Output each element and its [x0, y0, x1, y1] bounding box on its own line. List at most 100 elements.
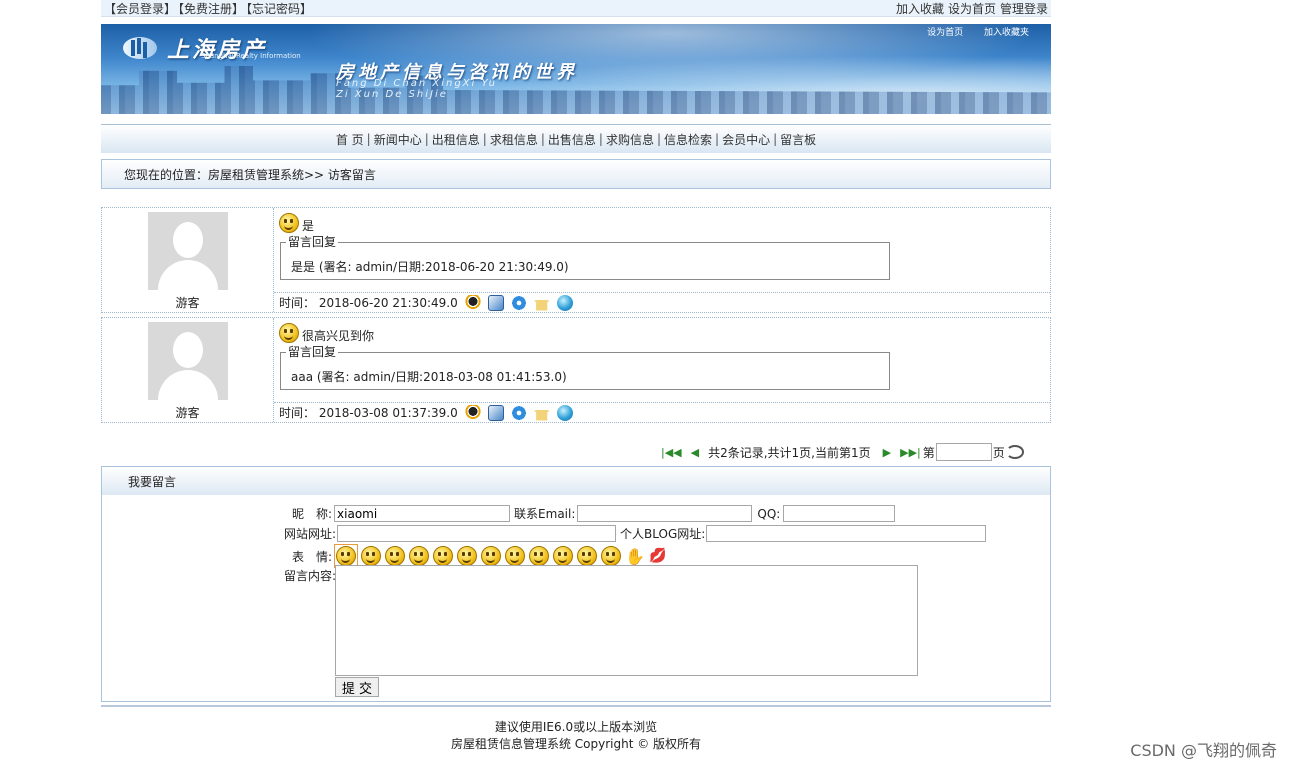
- nav-separator: |: [773, 132, 778, 146]
- banner-pinyin-line1: Fang Di Chan XingXi Yu: [336, 78, 498, 89]
- forgot-password-link[interactable]: 【忘记密码】: [246, 2, 312, 16]
- laugh-face-icon[interactable]: [385, 546, 406, 566]
- website-input[interactable]: [337, 525, 617, 542]
- avatar: [147, 322, 228, 400]
- banner: 上海房产 Shanghai Realty Information 房地产信息与咨…: [101, 24, 1051, 114]
- smile-face-icon: [336, 546, 357, 566]
- banner-pinyin-line2: Zi Xun De ShiJie: [336, 89, 448, 100]
- reply-legend: 留言回复: [286, 235, 339, 249]
- globe-icon[interactable]: [556, 404, 573, 421]
- happy-face-icon[interactable]: [481, 546, 502, 566]
- email-icon[interactable]: [487, 294, 504, 311]
- message-text: 很高兴见到你: [302, 328, 375, 343]
- home-icon[interactable]: [533, 404, 550, 421]
- nav-rent-wanted[interactable]: 求租信息: [490, 131, 538, 148]
- nav-home[interactable]: 首 页: [336, 131, 364, 148]
- face-label: 表 情:: [292, 549, 333, 564]
- banner-set-home-link[interactable]: 设为首页: [927, 28, 963, 38]
- email-label: 联系Email:: [514, 507, 576, 521]
- banner-add-fav-link[interactable]: 加入收藏夹: [984, 28, 1029, 38]
- qq-icon[interactable]: [464, 404, 481, 421]
- blog-input[interactable]: [706, 525, 987, 542]
- submit-button[interactable]: 提 交: [335, 677, 379, 697]
- message-item: 游客 很高兴见到你 留言回复 aaa (署名: admin/日期:2018-03…: [101, 317, 1051, 423]
- top-right-links: 加入收藏 设为首页 管理登录: [892, 0, 1048, 17]
- globe-icon[interactable]: [556, 294, 573, 311]
- tongue-face-icon[interactable]: [529, 546, 550, 566]
- shy-face-icon[interactable]: [553, 546, 574, 566]
- hand-icon[interactable]: ✋: [625, 547, 645, 566]
- page: 【会员登录】 【免费注册】 【忘记密码】 加入收藏 设为首页 管理登录 上海房产 Sha…: [101, 0, 1051, 702]
- nav-news[interactable]: 新闻中心: [374, 131, 422, 148]
- nav-guestbook[interactable]: 留言板: [780, 131, 816, 148]
- home-icon[interactable]: [533, 294, 550, 311]
- qq-icon[interactable]: [464, 294, 481, 311]
- author-name: 游客: [175, 296, 200, 310]
- nav-member-center[interactable]: 会员中心: [722, 131, 770, 148]
- ie-icon[interactable]: [510, 404, 527, 421]
- sad-face-icon[interactable]: [361, 546, 382, 566]
- message-item: 游客 是 留言回复 是是 (署名: admin/日期:2018-06-20 21…: [101, 207, 1051, 313]
- footer: 建议使用IE6.0或以上版本浏览 房屋租赁信息管理系统 Copyright © …: [101, 705, 1051, 753]
- nav-separator: |: [366, 132, 371, 146]
- pagination-summary: 共2条记录,共计1页,当前第1页: [708, 445, 871, 460]
- lips-icon[interactable]: 💋: [649, 548, 666, 564]
- go-page-icon[interactable]: [1005, 445, 1024, 459]
- first-page-icon[interactable]: |◀◀: [661, 446, 682, 459]
- prev-page-icon[interactable]: ◀: [691, 446, 699, 459]
- message-time: 时间： 2018-06-20 21:30:49.0: [279, 296, 458, 310]
- message-meta: 时间： 2018-03-08 01:37:39.0: [274, 402, 1050, 422]
- nav-rent-out[interactable]: 出租信息: [432, 131, 480, 148]
- set-homepage-link[interactable]: 设为首页: [948, 2, 996, 16]
- nav-separator: |: [656, 132, 662, 146]
- message-content: 是: [279, 213, 314, 233]
- tired-face-icon[interactable]: [577, 546, 598, 566]
- page-number-input[interactable]: [935, 443, 992, 461]
- reply-legend: 留言回复: [286, 345, 339, 359]
- content-label: 留言内容:: [284, 569, 337, 583]
- message-body: 很高兴见到你 留言回复 aaa (署名: admin/日期:2018-03-08…: [274, 318, 1050, 422]
- message-content: 很高兴见到你: [279, 323, 374, 343]
- avatar: [147, 212, 228, 290]
- content-label-row: 留言内容:: [284, 567, 336, 584]
- footer-browser-note: 建议使用IE6.0或以上版本浏览: [494, 720, 658, 734]
- leave-message-form: 我要留言 昵 称: 联系Email: QQ: 网站网址: 个人BLOG网址: 表…: [101, 466, 1051, 702]
- logo-subtitle: Shanghai Realty Information: [201, 52, 301, 60]
- next-page-icon[interactable]: ▶: [883, 446, 891, 459]
- ie-icon[interactable]: [510, 294, 527, 311]
- nickname-input[interactable]: [334, 505, 511, 522]
- email-input[interactable]: [577, 505, 753, 522]
- admin-login-link[interactable]: 管理登录: [1000, 2, 1048, 16]
- qq-input[interactable]: [783, 505, 896, 522]
- message-meta: 时间： 2018-06-20 21:30:49.0: [274, 292, 1050, 312]
- breadcrumb: 您现在的位置：房屋租赁管理系统>> 访客留言: [101, 159, 1051, 189]
- page-prefix: 第: [922, 445, 935, 460]
- pagination: |◀◀ ◀ 共2条记录,共计1页,当前第1页 ▶ ▶▶| 第 页: [661, 443, 1024, 461]
- banner-pinyin: Fang Di Chan XingXi Yu Zi Xun De ShiJie: [336, 78, 497, 100]
- message-textarea[interactable]: [335, 565, 918, 676]
- reply-box: 留言回复 aaa (署名: admin/日期:2018-03-08 01:41:…: [280, 345, 890, 390]
- register-link[interactable]: 【免费注册】: [178, 2, 244, 16]
- nav-separator: |: [715, 132, 720, 146]
- nav-sale[interactable]: 出售信息: [548, 131, 596, 148]
- page-suffix: 页: [992, 445, 1005, 460]
- add-favorite-link[interactable]: 加入收藏: [896, 2, 944, 16]
- message-author: 游客: [102, 208, 274, 312]
- nav-search[interactable]: 信息检索: [664, 131, 712, 148]
- nick-label: 昵 称:: [292, 507, 333, 521]
- row-site-blog: 网站网址: 个人BLOG网址:: [284, 525, 987, 542]
- teeth-face-icon[interactable]: [601, 546, 622, 566]
- banner-links: 设为首页 加入收藏夹: [909, 25, 1029, 38]
- site-label: 网站网址:: [284, 527, 337, 541]
- cry-face-icon[interactable]: [409, 546, 430, 566]
- top-bar: 【会员登录】 【免费注册】 【忘记密码】 加入收藏 设为首页 管理登录: [101, 0, 1051, 17]
- member-login-link[interactable]: 【会员登录】: [104, 2, 176, 16]
- angry-face-icon[interactable]: [433, 546, 454, 566]
- author-name: 游客: [175, 406, 200, 420]
- blog-label: 个人BLOG网址:: [620, 527, 706, 541]
- email-icon[interactable]: [487, 404, 504, 421]
- wink-face-icon[interactable]: [457, 546, 478, 566]
- grin-face-icon[interactable]: [505, 546, 526, 566]
- nav-buy-wanted[interactable]: 求购信息: [606, 131, 654, 148]
- last-page-icon[interactable]: ▶▶|: [900, 446, 921, 459]
